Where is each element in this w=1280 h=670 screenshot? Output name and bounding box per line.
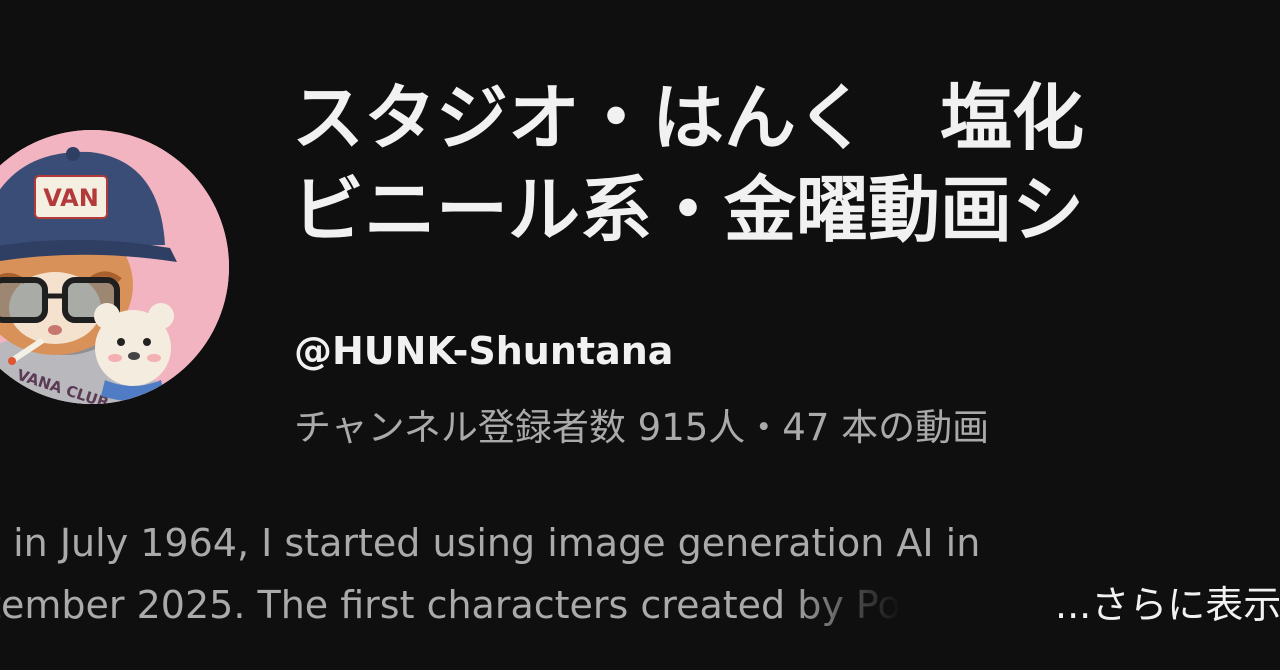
channel-avatar[interactable]: VANA CLUB VAN [0, 130, 229, 404]
channel-handle: @HUNK-Shuntana [294, 329, 674, 373]
channel-name-line-1: スタジオ・はんく 塩化 [292, 76, 1085, 160]
description-line-2: ptember 2025. The first characters creat… [0, 583, 901, 627]
avatar-cap-text: VAN [43, 184, 99, 212]
channel-name: スタジオ・はんく 塩化 ビニール系・金曜動画シ [292, 72, 1280, 256]
channel-stats: チャンネル登録者数 915人・47 本の動画 [294, 406, 990, 449]
channel-header-screen: VANA CLUB VAN スタジオ・はんく 塩化 ビニール系・金曜動画シ @H… [0, 0, 1280, 670]
show-more-link[interactable]: ...さらに表示 [1055, 574, 1280, 636]
description-line-2-row: ptember 2025. The first characters creat… [0, 574, 1280, 636]
channel-description[interactable]: rn in July 1964, I started using image g… [0, 512, 1280, 636]
description-line-1: rn in July 1964, I started using image g… [0, 521, 981, 565]
channel-name-line-2: ビニール系・金曜動画シ [292, 168, 1085, 252]
avatar-cat-with-cap-icon: VANA CLUB VAN [0, 130, 229, 404]
